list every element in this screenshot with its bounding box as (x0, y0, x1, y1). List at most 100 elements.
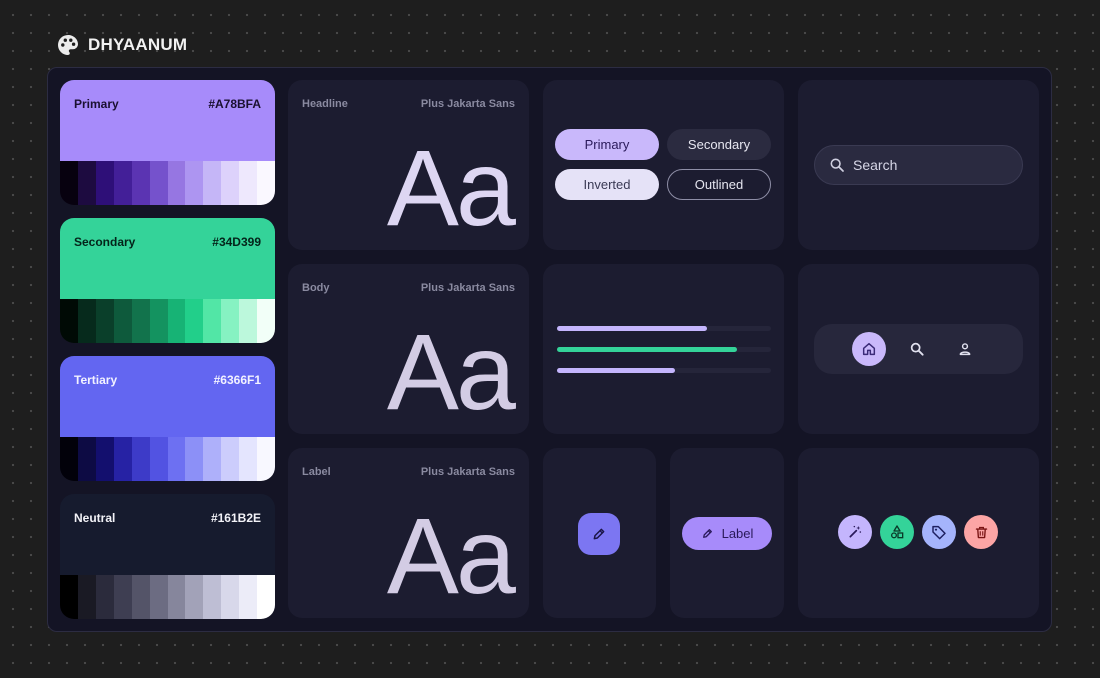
swatch-base: Tertiary #6366F1 (60, 356, 275, 437)
tone-step (95, 575, 114, 619)
tone-step (113, 437, 132, 481)
type-card-body: Body Plus Jakarta Sans Aa (288, 264, 529, 434)
tone-step (77, 575, 96, 619)
type-role: Label (302, 466, 331, 478)
tone-step (60, 437, 78, 481)
color-swatch-secondary[interactable]: Secondary #34D399 (60, 218, 275, 343)
primary-button[interactable]: Primary (555, 129, 659, 160)
tone-step (239, 575, 258, 619)
magic-wand-button[interactable] (838, 515, 872, 549)
tone-step (131, 575, 150, 619)
inverted-button[interactable]: Inverted (555, 169, 659, 200)
tone-step (131, 299, 150, 343)
tone-step (203, 161, 222, 205)
color-swatch-primary[interactable]: Primary #A78BFA (60, 80, 275, 205)
secondary-button[interactable]: Secondary (667, 129, 771, 160)
swatch-label: Secondary (74, 235, 136, 249)
tone-step (60, 299, 78, 343)
search-bar[interactable] (814, 145, 1023, 185)
fab-button[interactable] (578, 513, 620, 555)
tone-step (95, 437, 114, 481)
tone-step (185, 299, 204, 343)
swatch-base: Secondary #34D399 (60, 218, 275, 299)
tone-step (239, 299, 258, 343)
extended-fab-label: Label (721, 526, 754, 541)
type-sample: Aa (386, 127, 516, 248)
progress-card (543, 264, 784, 434)
tag-icon (931, 524, 947, 540)
tone-step (149, 299, 168, 343)
tone-step (131, 161, 150, 205)
progress-fill (557, 368, 675, 373)
swatch-label: Tertiary (74, 373, 118, 387)
nav-item-search[interactable] (900, 332, 934, 366)
swatch-hex: #161B2E (210, 511, 261, 525)
tonal-ramp (60, 299, 275, 343)
type-font: Plus Jakarta Sans (420, 466, 515, 478)
search-card (798, 80, 1039, 250)
tone-step (60, 161, 78, 205)
tone-step (239, 161, 258, 205)
tone-step (221, 437, 240, 481)
swatch-label: Primary (74, 97, 119, 111)
tone-step (149, 575, 168, 619)
swatch-hex: #34D399 (212, 235, 261, 249)
tone-step (77, 437, 96, 481)
tonal-ramp (60, 575, 275, 619)
trash-icon (974, 525, 989, 540)
tone-step (257, 299, 275, 343)
outlined-button[interactable]: Outlined (667, 169, 771, 200)
nav-item-profile[interactable] (948, 332, 982, 366)
progress-fill (557, 347, 737, 352)
extended-fab-button[interactable]: Label (682, 517, 772, 550)
tone-step (239, 437, 258, 481)
tone-step (221, 575, 240, 619)
type-role: Body (302, 282, 330, 294)
swatch-hex: #6366F1 (213, 373, 261, 387)
swatch-base: Neutral #161B2E (60, 494, 275, 575)
color-swatch-tertiary[interactable]: Tertiary #6366F1 (60, 356, 275, 481)
tone-step (149, 437, 168, 481)
nav-item-home[interactable] (852, 332, 886, 366)
tone-step (257, 437, 275, 481)
swatch-hex: #A78BFA (208, 97, 261, 111)
home-icon (861, 341, 877, 357)
tone-step (257, 575, 275, 619)
progress-bar (557, 326, 771, 331)
tone-step (257, 161, 275, 205)
tone-step (167, 437, 186, 481)
progress-bar (557, 347, 771, 352)
fab-card (543, 448, 656, 618)
tone-step (149, 161, 168, 205)
tone-step (77, 299, 96, 343)
magic-wand-icon (847, 524, 863, 540)
shapes-icon (889, 524, 905, 540)
delete-button[interactable] (964, 515, 998, 549)
color-swatch-neutral[interactable]: Neutral #161B2E (60, 494, 275, 619)
tone-step (203, 299, 222, 343)
navigation-card (798, 264, 1039, 434)
tone-step (60, 575, 78, 619)
tone-step (113, 299, 132, 343)
progress-fill (557, 326, 707, 331)
shapes-button[interactable] (880, 515, 914, 549)
swatch-label: Neutral (74, 511, 116, 525)
tone-step (95, 299, 114, 343)
search-input[interactable] (853, 157, 1003, 173)
type-font: Plus Jakarta Sans (420, 98, 515, 110)
type-sample: Aa (386, 495, 516, 616)
tonal-ramp (60, 437, 275, 481)
extended-fab-card: Label (670, 448, 784, 618)
tone-step (221, 299, 240, 343)
palette-icon (56, 33, 80, 57)
tonal-ramp (60, 161, 275, 205)
person-icon (957, 341, 973, 357)
swatch-base: Primary #A78BFA (60, 80, 275, 161)
brand: DHYAANUM (56, 33, 187, 57)
search-icon (829, 157, 845, 173)
tone-step (185, 437, 204, 481)
tag-button[interactable] (922, 515, 956, 549)
type-card-label: Label Plus Jakarta Sans Aa (288, 448, 529, 618)
search-icon (909, 341, 925, 357)
type-sample: Aa (386, 311, 516, 432)
